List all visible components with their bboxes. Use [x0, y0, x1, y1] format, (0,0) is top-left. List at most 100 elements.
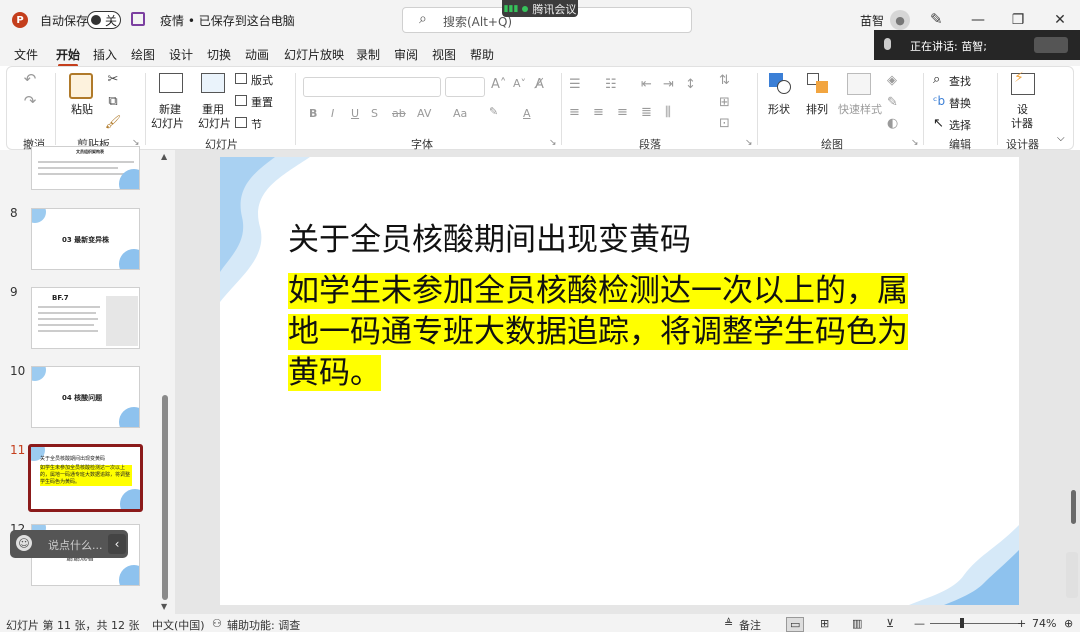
align-right-icon[interactable]: ≡: [617, 105, 628, 120]
notes-button[interactable]: 备注: [739, 617, 761, 633]
reuse-slide-icon[interactable]: [201, 73, 225, 93]
italic-icon[interactable]: I: [331, 107, 334, 120]
justify-icon[interactable]: ≣: [641, 105, 652, 120]
tab-help[interactable]: 帮助: [470, 46, 494, 63]
slide-info[interactable]: 幻灯片 第 11 张，共 12 张: [6, 617, 139, 633]
zoom-level[interactable]: 74%: [1032, 617, 1056, 630]
redo-icon[interactable]: ↷: [19, 92, 41, 110]
shape-outline-icon[interactable]: ✎: [887, 95, 898, 110]
font-size-combo[interactable]: [445, 77, 485, 97]
designer-icon[interactable]: ⚡: [1011, 70, 1035, 95]
text-direction-icon[interactable]: ⇅: [719, 73, 730, 88]
tab-home[interactable]: 开始: [56, 46, 80, 67]
new-slide-label-2[interactable]: 幻灯片: [151, 115, 184, 131]
line-spacing-icon[interactable]: ↕: [685, 77, 696, 92]
bullets-icon[interactable]: ☰: [569, 77, 581, 92]
comment-bubble[interactable]: ☺ 说点什么... ‹: [10, 530, 128, 558]
shape-fill-icon[interactable]: ◈: [887, 73, 897, 88]
tab-review[interactable]: 审阅: [394, 46, 418, 63]
slide-thumbnail[interactable]: BF.7: [31, 287, 140, 349]
tab-view[interactable]: 视图: [432, 46, 456, 63]
tab-slideshow[interactable]: 幻灯片放映: [284, 46, 344, 63]
align-left-icon[interactable]: ≡: [569, 105, 580, 120]
paste-button[interactable]: 粘贴: [71, 101, 93, 117]
tab-record[interactable]: 录制: [356, 46, 380, 63]
shadow-icon[interactable]: S: [371, 107, 378, 120]
slide-thumbnail[interactable]: 04 核酸问题: [31, 366, 140, 428]
collapse-ribbon-icon[interactable]: ⌵: [1057, 133, 1065, 144]
change-case-icon[interactable]: Aa: [453, 107, 467, 120]
layout-icon[interactable]: [235, 73, 247, 84]
chevron-down-icon[interactable]: ⌵: [278, 11, 286, 22]
pen-icon[interactable]: ✎: [930, 10, 943, 28]
avatar[interactable]: ●: [890, 10, 910, 30]
numbering-icon[interactable]: ☷: [605, 77, 617, 92]
scroll-down-icon[interactable]: ▼: [161, 602, 167, 611]
smartart-icon[interactable]: ⊡: [719, 116, 730, 131]
reset-button[interactable]: 重置: [251, 94, 273, 110]
layout-button[interactable]: 版式: [251, 72, 273, 88]
reading-view-icon[interactable]: ▥: [852, 617, 862, 630]
tab-insert[interactable]: 插入: [93, 46, 117, 63]
designer-label-2[interactable]: 计器: [1011, 115, 1033, 131]
tab-transitions[interactable]: 切换: [207, 46, 231, 63]
tab-design[interactable]: 设计: [169, 46, 193, 63]
quick-styles-icon[interactable]: [847, 73, 871, 95]
arrange-icon[interactable]: [807, 73, 831, 95]
font-dialog-icon[interactable]: ↘: [549, 138, 557, 148]
increase-indent-icon[interactable]: ⇥: [663, 77, 674, 92]
current-slide[interactable]: 关于全员核酸期间出现变黄码 如学生未参加全员核酸检测达一次以上的，属地一码通专班…: [220, 157, 1019, 605]
new-slide-icon[interactable]: [159, 73, 183, 93]
slide-sorter-icon[interactable]: ⊞: [820, 617, 829, 630]
accessibility-status[interactable]: 辅助功能: 调查: [227, 617, 300, 633]
section-icon[interactable]: [235, 117, 247, 128]
tab-file[interactable]: 文件: [14, 46, 38, 63]
align-text-icon[interactable]: ⊞: [719, 95, 730, 110]
char-spacing-icon[interactable]: AV: [417, 107, 431, 120]
meeting-indicator[interactable]: ▮▮▮ 腾讯会议: [502, 0, 578, 17]
slideshow-view-icon[interactable]: ⊻: [886, 617, 894, 630]
zoom-in-icon[interactable]: +: [1017, 617, 1026, 630]
zoom-out-icon[interactable]: —: [914, 617, 925, 630]
columns-icon[interactable]: ⫼: [665, 105, 671, 120]
save-icon[interactable]: [131, 12, 145, 26]
slide-body-text[interactable]: 如学生未参加全员核酸检测达一次以上的，属地一码通专班大数据追踪，将调整学生码色为…: [288, 271, 928, 394]
shapes-icon[interactable]: [769, 73, 793, 95]
decrease-indent-icon[interactable]: ⇤: [641, 77, 652, 92]
language-indicator[interactable]: 中文(中国): [152, 617, 205, 633]
highlight-icon[interactable]: ✎: [489, 105, 498, 118]
document-title[interactable]: 疫情 • 已保存到这台电脑: [160, 12, 295, 29]
underline-icon[interactable]: U: [351, 107, 359, 120]
shrink-font-icon[interactable]: A˅: [513, 77, 526, 90]
undo-icon[interactable]: ↶: [19, 70, 41, 88]
normal-view-icon[interactable]: ▭: [786, 617, 805, 632]
clear-format-icon[interactable]: A̸: [535, 77, 544, 92]
tab-draw[interactable]: 绘图: [131, 46, 155, 63]
tab-animations[interactable]: 动画: [245, 46, 269, 63]
arrange-button[interactable]: 排列: [806, 101, 828, 117]
replace-button[interactable]: 替换: [949, 95, 971, 111]
scroll-up-icon[interactable]: ▲: [161, 152, 167, 161]
font-color-icon[interactable]: A: [523, 107, 531, 120]
shape-effects-icon[interactable]: ◐: [887, 116, 898, 131]
slide-thumbnail[interactable]: 文员组织架构表: [31, 146, 140, 190]
quick-styles-button[interactable]: 快速样式: [838, 101, 882, 117]
shapes-button[interactable]: 形状: [768, 101, 790, 117]
user-name[interactable]: 苗智: [860, 12, 884, 29]
slide-thumbnail-selected[interactable]: 关于全员核酸期间出现变黄码 如学生未参加全员核酸检测达一次以上的，属地一码通专班…: [28, 444, 143, 512]
drawing-dialog-icon[interactable]: ↘: [911, 138, 919, 148]
font-name-combo[interactable]: [303, 77, 441, 97]
copy-icon[interactable]: ⧉: [105, 93, 121, 109]
slide-title[interactable]: 关于全员核酸期间出现变黄码: [288, 214, 691, 259]
zoom-slider-track[interactable]: [930, 623, 1020, 624]
reuse-slide-label-2[interactable]: 幻灯片: [198, 115, 231, 131]
comment-input[interactable]: 说点什么...: [48, 537, 103, 553]
smiley-icon[interactable]: ☺: [16, 535, 32, 551]
zoom-slider-knob[interactable]: [960, 618, 964, 628]
reset-icon[interactable]: [235, 95, 247, 106]
slide-thumbnail[interactable]: 03 最新变异株: [31, 208, 140, 270]
paragraph-dialog-icon[interactable]: ↘: [745, 138, 753, 148]
section-button[interactable]: 节: [251, 116, 262, 132]
scrollbar-thumb[interactable]: [162, 395, 168, 600]
fit-slide-icon[interactable]: ⊕: [1064, 617, 1073, 630]
